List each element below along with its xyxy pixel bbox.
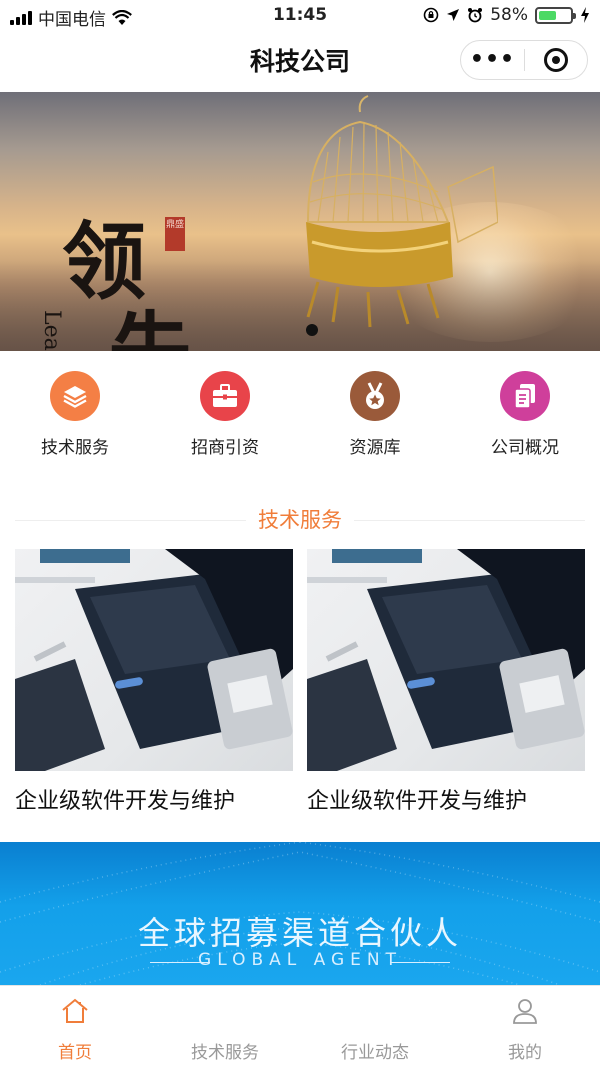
battery-level [539,10,557,20]
banner-calligraphy-first: 领 [62,212,147,311]
battery-icon [535,6,576,24]
service-card-list: 企业级软件开发与维护 企业级软件开发与维护 [15,549,585,829]
laptop-image [307,549,585,771]
medal-icon [366,382,384,409]
quick-link-company-overview[interactable]: 公司概况 [450,351,600,471]
mini-program-capsule: ••• [460,40,588,80]
nav-bar: 科技公司 ••• [0,30,600,92]
tab-bar: 首页 技术服务 行业动态 我的 [0,985,600,1067]
battery-percent: 58% [490,5,528,25]
quick-link-icon-circle [200,371,250,421]
alarm-icon [468,8,483,23]
tab-icon-wrap [450,996,600,1026]
quick-link-icon-circle [350,371,400,421]
carousel-indicator-active[interactable] [306,324,318,336]
close-icon [544,48,568,72]
quick-link-label: 公司概况 [491,438,559,458]
tab-icon-wrap [300,996,450,1026]
tab-label: 技术服务 [191,1043,259,1063]
document-icon [514,384,535,409]
laptop-image [15,549,293,771]
tab-industry-news[interactable]: 行业动态 [300,986,450,1067]
tab-mine[interactable]: 我的 [450,986,600,1067]
tab-label: 我的 [508,1043,542,1063]
tab-home[interactable]: 首页 [0,986,150,1067]
section-heading: 技术服务 [15,500,585,540]
seal-stamp: 鼎盛 [165,217,185,251]
hero-banner[interactable]: 领 先 Leading 鼎盛 [0,92,600,351]
birdcage-image [306,95,498,328]
section-title-wrap: 技术服务 [15,504,585,534]
charging-icon [581,7,589,23]
service-card[interactable]: 企业级软件开发与维护 [15,549,293,829]
tab-label: 首页 [58,1043,92,1063]
tab-tech-service[interactable]: 技术服务 [150,986,300,1067]
quick-link-icon-circle [50,371,100,421]
section-title: 技术服务 [246,508,354,532]
service-card-title: 企业级软件开发与维护 [307,789,528,814]
quick-link-resources[interactable]: 资源库 [300,351,450,471]
more-button[interactable]: ••• [461,40,524,80]
tab-icon-wrap [150,996,300,1026]
quick-link-icon-circle [500,371,550,421]
quick-link-label: 技术服务 [41,438,109,458]
home-icon [62,998,88,1023]
quick-link-label: 资源库 [349,438,401,458]
laptop-illustration [15,549,293,771]
quick-links: 技术服务 招商引资 资源库 公司概况 [0,351,600,471]
quick-link-investment[interactable]: 招商引资 [150,351,300,471]
tab-label: 行业动态 [341,1043,409,1063]
status-bar: 中国电信 11:45 58% [0,0,600,30]
orientation-lock-icon [423,7,439,23]
banner-calligraphy-second: 先 [108,310,192,352]
laptop-illustration [307,549,585,771]
agent-banner-subtitle: GLOBAL AGENT [198,950,402,970]
close-button[interactable] [525,48,587,72]
briefcase-icon [213,384,237,407]
service-card-title: 企业级软件开发与维护 [15,789,236,814]
service-card[interactable]: 企业级软件开发与维护 [307,549,585,829]
user-icon [513,999,537,1024]
layers-icon [63,386,87,408]
location-icon [447,9,460,21]
tab-icon-wrap [0,996,150,1026]
agent-banner-title: 全球招募渠道合伙人 [137,914,462,952]
quick-link-label: 招商引资 [191,438,259,458]
banner-subtitle: Leading [39,310,64,351]
status-right: 58% [423,5,590,25]
global-agent-banner[interactable]: 全球招募渠道合伙人 GLOBAL AGENT [0,842,600,985]
quick-link-tech-service[interactable]: 技术服务 [0,351,150,471]
